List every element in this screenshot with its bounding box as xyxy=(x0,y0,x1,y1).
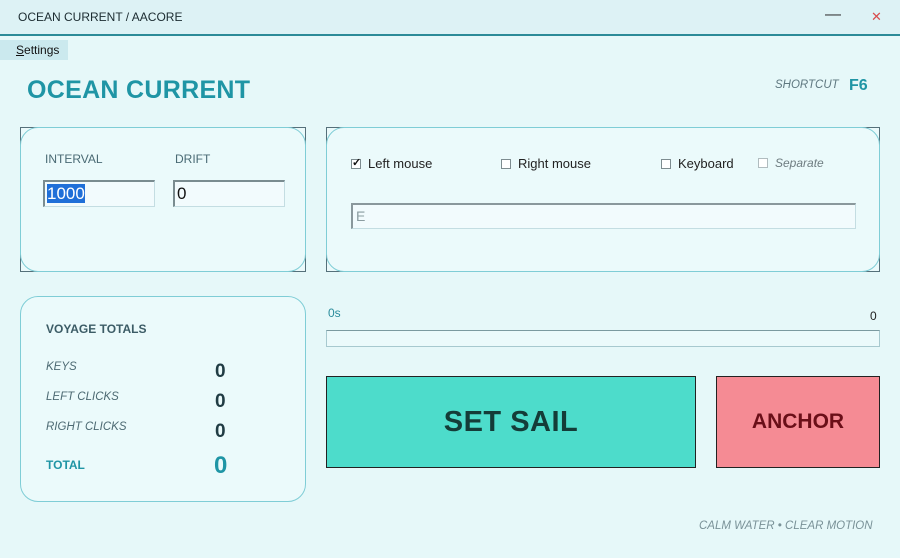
keyboard-checkbox[interactable]: Keyboard xyxy=(661,156,734,171)
shortcut-key[interactable]: F6 xyxy=(849,77,868,95)
anchor-button[interactable]: ANCHOR xyxy=(716,376,880,468)
totals-heading: VOYAGE TOTALS xyxy=(46,322,147,336)
separate-checkbox[interactable]: Separate xyxy=(758,156,824,170)
checkbox-icon xyxy=(758,158,768,168)
interval-input[interactable]: 1000 xyxy=(43,180,155,207)
menu-settings-mnemonic: S xyxy=(16,43,25,57)
keys-label: KEYS xyxy=(46,361,77,373)
checkbox-checked-icon xyxy=(351,156,361,169)
left-clicks-label: LEFT CLICKS xyxy=(46,391,119,403)
menu-settings-label: ettings xyxy=(24,43,60,57)
key-input[interactable]: E xyxy=(351,203,856,229)
keys-value: 0 xyxy=(215,361,226,382)
menu-bar: Settings xyxy=(0,38,900,60)
left-mouse-label: Left mouse xyxy=(368,156,433,171)
interval-label: INTERVAL xyxy=(45,152,103,166)
interval-value: 1000 xyxy=(47,184,85,203)
elapsed-time: 0s xyxy=(328,306,341,320)
drift-input[interactable]: 0 xyxy=(173,180,285,207)
right-mouse-checkbox[interactable]: Right mouse xyxy=(501,156,591,171)
left-clicks-value: 0 xyxy=(215,391,226,412)
total-label: TOTAL xyxy=(46,458,85,472)
drift-value: 0 xyxy=(177,184,187,203)
set-sail-button[interactable]: SET SAIL xyxy=(326,376,696,468)
app-title: OCEAN CURRENT xyxy=(27,76,251,104)
progress-bar xyxy=(326,330,880,347)
left-mouse-checkbox[interactable]: Left mouse xyxy=(351,156,432,171)
action-count: 0 xyxy=(870,309,877,323)
minimize-icon[interactable]: — xyxy=(825,6,841,24)
total-value: 0 xyxy=(214,452,228,479)
drift-label: DRIFT xyxy=(175,152,211,166)
key-value: E xyxy=(356,208,366,224)
right-mouse-label: Right mouse xyxy=(518,156,591,171)
keyboard-label: Keyboard xyxy=(678,156,734,171)
close-icon[interactable]: ✕ xyxy=(871,9,882,25)
inputs-panel xyxy=(326,127,880,272)
timing-panel: INTERVAL DRIFT 1000 0 xyxy=(20,127,306,272)
shortcut-label: SHORTCUT xyxy=(775,79,839,91)
separate-label: Separate xyxy=(775,156,824,170)
menu-settings[interactable]: Settings xyxy=(0,40,68,60)
footer-tagline: CALM WATER • CLEAR MOTION xyxy=(699,520,873,532)
right-clicks-label: RIGHT CLICKS xyxy=(46,421,127,433)
window-title: OCEAN CURRENT / AACORE xyxy=(18,10,183,24)
right-clicks-value: 0 xyxy=(215,421,226,442)
checkbox-icon xyxy=(661,158,671,169)
title-bar: OCEAN CURRENT / AACORE — ✕ xyxy=(0,0,900,36)
checkbox-icon xyxy=(501,158,511,169)
